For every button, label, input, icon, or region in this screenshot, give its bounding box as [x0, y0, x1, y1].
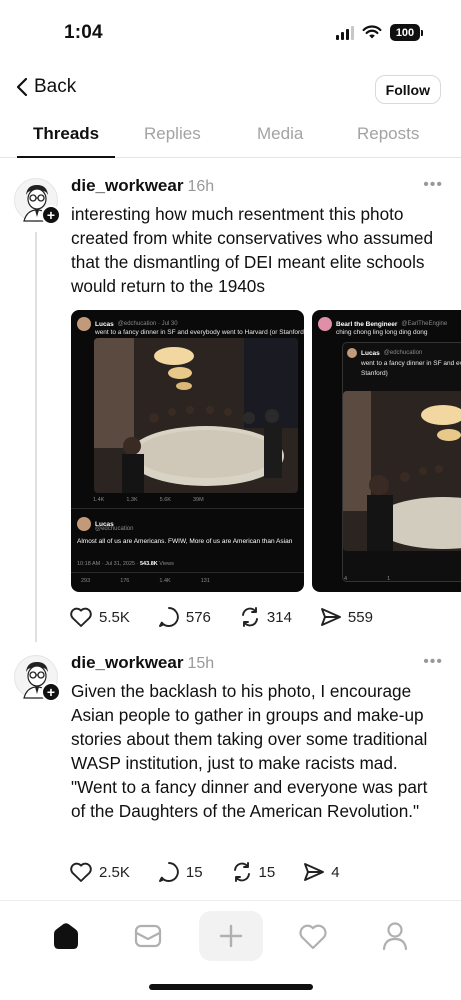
chevron-left-icon [16, 77, 28, 97]
nav-compose[interactable] [199, 911, 263, 961]
repost-count: 15 [258, 863, 276, 881]
comment-icon [158, 862, 179, 882]
heart-icon [70, 862, 92, 882]
follow-plus-icon[interactable]: + [41, 682, 61, 702]
repost-button[interactable]: 15 [231, 861, 276, 883]
like-button[interactable]: 5.5K [69, 606, 130, 628]
post-username[interactable]: die_workwear 16h [71, 176, 214, 196]
send-icon [304, 863, 325, 881]
reply-count: 15 [185, 863, 203, 881]
reply-avatar [77, 517, 91, 531]
share-count: 559 [347, 608, 373, 626]
reply-button[interactable]: 576 [158, 606, 211, 628]
nav-profile[interactable] [363, 911, 427, 961]
heart-icon [70, 607, 92, 627]
inbox-icon [134, 924, 162, 948]
reply-count: 576 [185, 608, 211, 626]
reply-stats: 293 176 1.4K 131 [81, 578, 210, 584]
quoted-avatar [77, 317, 91, 331]
follow-plus-icon[interactable]: + [41, 205, 61, 225]
avatar[interactable]: + [14, 178, 61, 225]
profile-icon [382, 922, 408, 951]
profile-tabs: Threads Replies Media Reposts [0, 114, 461, 158]
repost-icon [241, 607, 258, 627]
quoted-stats: 1.4K 1.3K 5.6K 39M [93, 497, 204, 503]
embedded-post: Lucas @edchucation went to a fancy dinne… [342, 342, 461, 582]
share-button[interactable]: 4 [303, 862, 340, 882]
signal-icon [336, 25, 354, 40]
reply-button[interactable]: 15 [158, 861, 203, 883]
like-count: 5.5K [99, 608, 130, 626]
tab-reposts[interactable]: Reposts [357, 124, 419, 144]
post-actions: 5.5K 576 314 559 [69, 606, 373, 628]
back-label: Back [34, 76, 77, 97]
nav-bar: Back Follow [0, 70, 461, 110]
follow-button[interactable]: Follow [374, 75, 441, 104]
status-icons: 100 [336, 24, 423, 41]
repost-icon [233, 862, 250, 882]
dinner-scene [94, 338, 298, 493]
nav-inbox[interactable] [116, 911, 180, 961]
nav-activity[interactable] [281, 911, 345, 961]
reply-date: 10:18 AM · Jul 31, 2025 · 543.8K Views [77, 561, 174, 567]
media-carousel[interactable]: Lucas @edchucation · Jul 30 went to a fa… [71, 310, 461, 592]
activity-icon [299, 924, 327, 949]
status-bar: 1:04 100 [0, 0, 461, 62]
more-options-icon[interactable]: ••• [423, 176, 443, 194]
share-count: 4 [331, 863, 340, 881]
quoted-avatar-2 [318, 317, 332, 331]
comment-icon [158, 607, 179, 627]
like-button[interactable]: 2.5K [69, 861, 130, 883]
wifi-icon [362, 25, 382, 39]
like-count: 2.5K [99, 863, 130, 881]
post-time: 16h [187, 178, 215, 195]
tab-replies[interactable]: Replies [144, 124, 201, 144]
tab-threads[interactable]: Threads [33, 124, 99, 144]
dinner-photo [94, 338, 298, 493]
more-options-icon[interactable]: ••• [423, 653, 443, 671]
share-button[interactable]: 559 [320, 607, 373, 627]
media-image-2[interactable]: Bearl the Bengineer @EarlTheEngine ching… [312, 310, 461, 592]
home-icon [54, 923, 78, 949]
thread-connector-line [35, 232, 37, 642]
avatar[interactable]: + [14, 655, 61, 702]
post-time: 15h [187, 655, 215, 672]
tab-media[interactable]: Media [257, 124, 303, 144]
battery-icon: 100 [390, 24, 423, 41]
media-image-1[interactable]: Lucas @edchucation · Jul 30 went to a fa… [71, 310, 304, 592]
repost-count: 314 [266, 608, 292, 626]
send-icon [320, 608, 341, 626]
post-username[interactable]: die_workwear 15h [71, 653, 214, 673]
active-tab-indicator [17, 156, 115, 158]
post-text: interesting how much resentment this pho… [71, 204, 434, 296]
status-time: 1:04 [64, 22, 103, 43]
back-button[interactable]: Back [16, 76, 76, 98]
nav-home[interactable] [34, 911, 98, 961]
repost-button[interactable]: 314 [239, 606, 292, 628]
home-indicator [149, 984, 313, 990]
battery-level: 100 [390, 24, 420, 41]
post-text: Given the backlash to his photo, I encou… [71, 681, 428, 821]
compose-icon [219, 924, 243, 948]
post-actions: 2.5K 15 15 4 [69, 861, 340, 883]
